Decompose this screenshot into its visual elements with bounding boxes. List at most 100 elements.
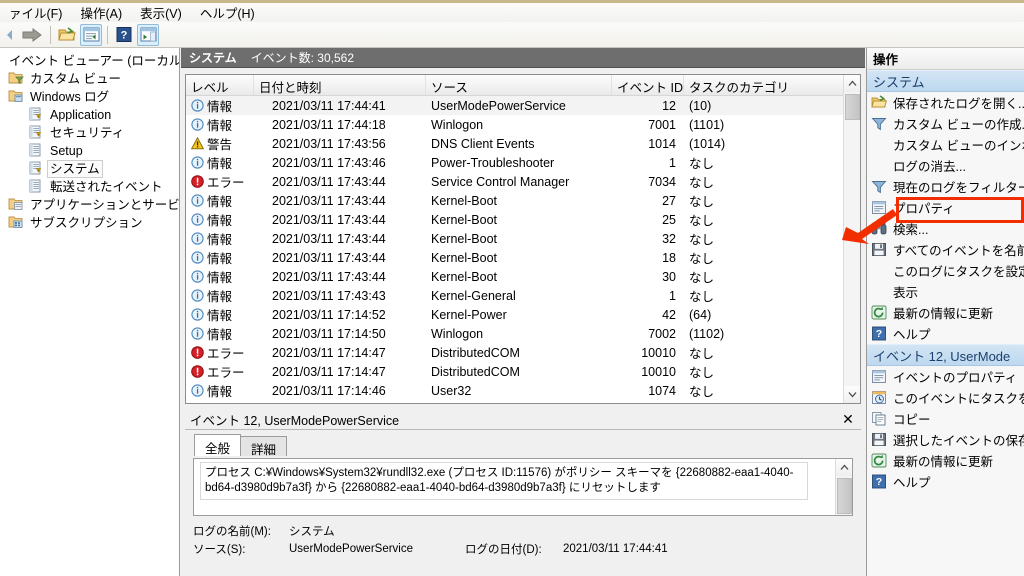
menu-help[interactable]: ヘルプ(H)	[191, 1, 264, 24]
action-item[interactable]: プロパティ	[867, 197, 1024, 218]
tree-item-security[interactable]: セキュリティ	[2, 124, 179, 142]
cell-event-id: 30	[662, 269, 676, 284]
action-item[interactable]: 最新の情報に更新	[867, 302, 1024, 323]
tree-item-forwarded-events[interactable]: 転送されたイベント	[2, 178, 179, 196]
tree-root-item[interactable]: イベント ビューアー (ローカル)	[2, 52, 179, 70]
help-icon: ?	[871, 326, 891, 342]
level-label: 情報	[207, 119, 233, 133]
table-row[interactable]: 情報 2021/03/11 17:43:44 Kernel-Boot 27 なし	[186, 191, 860, 210]
cell-source: Kernel-Power	[431, 307, 507, 322]
tree-item-custom-views[interactable]: カスタム ビュー	[2, 70, 179, 88]
action-item[interactable]: 検索...	[867, 218, 1024, 239]
action-item-label: すべてのイベントを名前をつ	[893, 244, 1024, 258]
tree-item-applications-and-services[interactable]: アプリケーションとサービス ログ	[2, 196, 179, 214]
table-row[interactable]: 情報 2021/03/11 17:43:44 Kernel-Boot 25 なし	[186, 210, 860, 229]
cell-event-id: 10010	[641, 364, 676, 379]
action-item-label: ヘルプ	[893, 476, 931, 490]
chevron-up-icon	[848, 80, 857, 86]
metadata-row: ログの名前(M): システム	[193, 522, 853, 540]
table-row[interactable]: 情報 2021/03/11 17:43:44 Kernel-Boot 18 なし	[186, 248, 860, 267]
action-item[interactable]: カスタム ビューのインポート	[867, 134, 1024, 155]
scroll-up-button[interactable]	[836, 459, 852, 476]
properties-button[interactable]	[80, 23, 102, 46]
action-item[interactable]: ? ヘルプ	[867, 471, 1024, 492]
scroll-up-button[interactable]	[844, 75, 860, 92]
table-row[interactable]: 情報 2021/03/11 17:43:43 Kernel-General 1 なし	[186, 286, 860, 305]
back-button[interactable]	[3, 24, 17, 46]
table-row[interactable]: エラー 2021/03/11 17:14:47 DistributedCOM 1001…	[186, 362, 860, 381]
table-row[interactable]: 警告 2021/03/11 17:43:56 DNS Client Events 10…	[186, 134, 860, 153]
tree-item-system[interactable]: システム	[2, 160, 179, 178]
table-row[interactable]: 情報 2021/03/11 17:44:41 UserModePowerServic…	[186, 96, 860, 115]
column-header-level[interactable]: レベル	[186, 75, 254, 95]
menu-view[interactable]: 表示(V)	[131, 1, 191, 24]
event-list-scrollbar[interactable]	[843, 75, 860, 403]
cell-source: Power-Troubleshooter	[431, 155, 555, 170]
tree-item-windows-logs[interactable]: Windows ログ	[2, 88, 179, 106]
table-row[interactable]: エラー 2021/03/11 17:14:47 DistributedCOM 1001…	[186, 343, 860, 362]
arrow-right-icon	[22, 27, 42, 42]
folder-subscription-icon	[8, 215, 26, 231]
action-item[interactable]: 選択したイベントの保存...	[867, 429, 1024, 450]
info-icon	[191, 232, 204, 245]
table-row[interactable]: 情報 2021/03/11 17:14:46 User32 1074 なし	[186, 381, 860, 400]
log-plain-icon	[28, 143, 46, 159]
column-header-datetime[interactable]: 日付と時刻	[254, 75, 426, 95]
column-header-event-id[interactable]: イベント ID	[612, 75, 684, 95]
chevron-down-icon	[848, 392, 857, 398]
info-icon	[191, 194, 204, 207]
action-item[interactable]: ? ヘルプ	[867, 323, 1024, 344]
action-item-label: プロパティ	[893, 202, 955, 216]
cell-category: (1102)	[689, 326, 725, 341]
menu-action[interactable]: 操作(A)	[71, 1, 131, 24]
help-button[interactable]: ?	[113, 24, 135, 46]
action-item[interactable]: コピー	[867, 408, 1024, 429]
scroll-thumb[interactable]	[837, 478, 852, 514]
table-row[interactable]: 情報 2021/03/11 17:14:50 Winlogon 7002 (1102)	[186, 324, 860, 343]
cell-event-id: 7034	[648, 174, 676, 189]
event-list-title-bar: システム イベント数: 30,562	[181, 48, 865, 68]
cell-datetime: 2021/03/11 17:44:41	[272, 98, 386, 113]
event-description-scrollbar[interactable]	[835, 459, 852, 515]
action-item[interactable]: イベントのプロパティ	[867, 366, 1024, 387]
tree-item-setup[interactable]: Setup	[2, 142, 179, 160]
cell-source: UserModePowerService	[431, 98, 566, 113]
action-item[interactable]: 最新の情報に更新	[867, 450, 1024, 471]
cell-level: 情報	[186, 229, 254, 248]
tree-item-label: Application	[50, 108, 112, 122]
action-item[interactable]: すべてのイベントを名前をつ	[867, 239, 1024, 260]
action-item[interactable]: このイベントにタスクを設定	[867, 387, 1024, 408]
action-item[interactable]: このログにタスクを設定...	[867, 260, 1024, 281]
column-header-category[interactable]: タスクのカテゴリ	[684, 75, 844, 95]
level-label: 情報	[207, 309, 233, 323]
table-row[interactable]: 情報 2021/03/11 17:14:52 Kernel-Power 42 (64)	[186, 305, 860, 324]
help-icon: ?	[871, 474, 891, 490]
action-item[interactable]: 保存されたログを開く...	[867, 92, 1024, 113]
table-row[interactable]: 情報 2021/03/11 17:44:18 Winlogon 7001 (1101)	[186, 115, 860, 134]
info-icon	[191, 308, 204, 321]
menu-file[interactable]: ァイル(F)	[0, 1, 71, 24]
action-item[interactable]: 表示	[867, 281, 1024, 302]
show-pane-button[interactable]	[137, 23, 159, 46]
action-item[interactable]: ログの消去...	[867, 155, 1024, 176]
column-header-source[interactable]: ソース	[426, 75, 612, 95]
table-row[interactable]: エラー 2021/03/11 17:43:44 Service Control Ma…	[186, 172, 860, 191]
table-row[interactable]: 情報 2021/03/11 17:43:44 Kernel-Boot 30 なし	[186, 267, 860, 286]
properties-icon	[872, 200, 886, 214]
action-item[interactable]: カスタム ビューの作成...	[867, 113, 1024, 134]
tree-item-subscriptions[interactable]: サブスクリプション	[2, 214, 179, 232]
action-item[interactable]: 現在のログをフィルター...	[867, 176, 1024, 197]
open-folder-button[interactable]	[56, 24, 78, 46]
cell-event-id: 7001	[648, 117, 676, 132]
scroll-down-button[interactable]	[844, 386, 860, 403]
tab-general[interactable]: 全般	[194, 434, 242, 456]
tab-details[interactable]: 詳細	[240, 436, 288, 457]
tree-item-application[interactable]: Application	[2, 106, 179, 124]
cell-category: (1014)	[689, 136, 726, 151]
close-icon[interactable]: ✕	[837, 411, 859, 429]
scroll-thumb[interactable]	[845, 94, 860, 120]
help-icon: ?	[872, 474, 886, 488]
forward-button[interactable]	[19, 24, 45, 46]
table-row[interactable]: 情報 2021/03/11 17:43:46 Power-Troubleshoote…	[186, 153, 860, 172]
table-row[interactable]: 情報 2021/03/11 17:43:44 Kernel-Boot 32 なし	[186, 229, 860, 248]
